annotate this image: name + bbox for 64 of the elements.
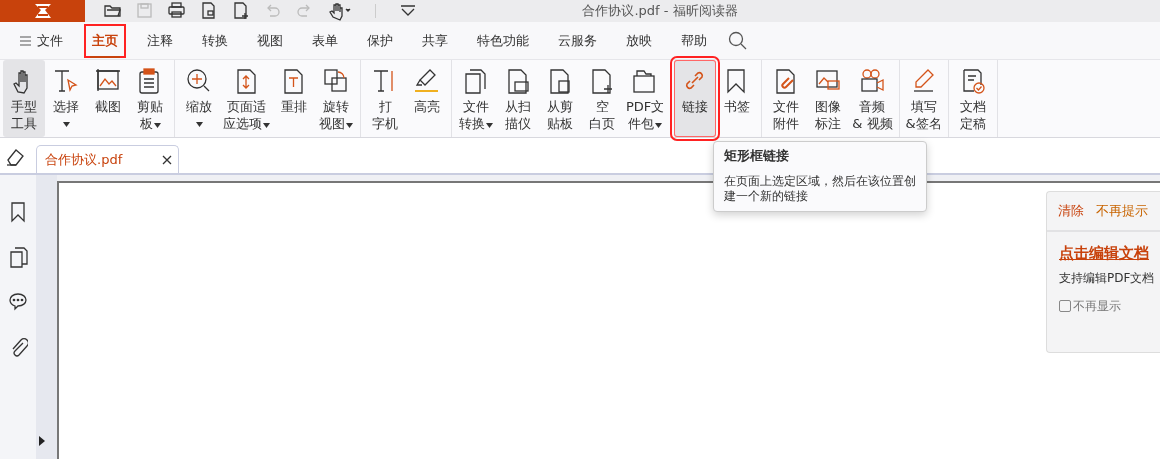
ribbon-button[interactable]: 填写 &签名 [902, 60, 945, 137]
ribbon-button[interactable]: 重排 [273, 60, 315, 137]
highlighter-icon [414, 68, 440, 94]
menu-icon [20, 35, 31, 46]
close-icon[interactable] [162, 154, 172, 165]
ribbon-button[interactable]: 高亮 [406, 60, 448, 137]
ribbon-button[interactable]: 手型 工具 [3, 60, 45, 137]
ribbon-button[interactable]: 选择 [45, 60, 87, 137]
ribbon-button[interactable]: 文档 定稿 [951, 60, 994, 137]
menu-tab[interactable]: 帮助 [673, 23, 715, 58]
edit-document-link[interactable]: 点击编辑文档 [1059, 242, 1149, 265]
comment-icon[interactable] [8, 291, 28, 313]
menu-tab[interactable]: 共享 [414, 23, 456, 58]
menu-tab[interactable]: 保护 [359, 23, 401, 58]
checkbox-label: 不再显示 [1073, 297, 1121, 315]
menu-tab[interactable]: 特色功能 [469, 23, 537, 58]
menu-tab[interactable]: 表单 [304, 23, 346, 58]
ribbon-button[interactable]: PDF文 件包 [623, 60, 668, 137]
ribbon-button[interactable]: 打 字机 [364, 60, 406, 137]
ribbon-button[interactable]: 空 白页 [581, 60, 623, 137]
zoom-in-icon [186, 68, 212, 94]
checkbox[interactable] [1059, 299, 1071, 312]
eraser-icon[interactable] [5, 147, 25, 167]
search-icon[interactable] [728, 30, 748, 51]
panel-description: 支持编辑PDF文档 [1059, 269, 1156, 287]
ribbon-button[interactable]: 音频 & 视频 [849, 60, 896, 137]
rotate-icon [323, 68, 349, 94]
ribbon-button[interactable]: 从剪 贴板 [539, 60, 581, 137]
menu-tab[interactable]: 视图 [249, 23, 291, 58]
dismiss-link[interactable]: 不再提示 [1096, 201, 1148, 221]
ribbon-button[interactable]: 从扫 描仪 [497, 60, 539, 137]
ribbon-button[interactable]: 剪贴 板 [129, 60, 171, 137]
ribbon-button[interactable]: 文件 附件 [765, 60, 808, 137]
menu-tab[interactable]: 主页 [84, 23, 126, 58]
image-icon [95, 68, 121, 94]
ribbon-button[interactable]: 旋转 视图 [315, 60, 357, 137]
video-camera-icon [859, 68, 886, 94]
bookmark-icon[interactable] [8, 201, 28, 223]
ribbon-button[interactable]: 图像 标注 [807, 60, 850, 137]
tooltip-title: 矩形框链接 [724, 147, 790, 165]
text-cursor-icon [53, 68, 79, 94]
menu-tab[interactable]: 云服务 [550, 23, 605, 58]
menu-tab[interactable]: 注释 [139, 23, 181, 58]
ribbon-button[interactable]: 书签 [716, 60, 759, 137]
ribbon-button[interactable]: 页面适 应选项 [220, 60, 273, 137]
scanner-document-icon [505, 68, 531, 94]
clipboard-document-icon [547, 68, 573, 94]
menu-tab[interactable]: 转换 [194, 23, 236, 58]
menu-tab[interactable]: 放映 [618, 23, 660, 58]
ribbon-button[interactable]: 缩放 [178, 60, 220, 137]
pages-icon[interactable] [8, 246, 28, 268]
file-menu[interactable]: 文件 [12, 23, 71, 58]
ribbon-button[interactable]: 文件 转换 [455, 60, 497, 137]
blank-page-icon [589, 68, 615, 94]
window-title: 合作协议.pdf - 福昕阅读器 [582, 3, 738, 18]
tooltip-text: 在页面上选定区域，然后在该位置创建一个新的链接 [724, 173, 916, 204]
documents-icon [463, 68, 489, 94]
hand-icon[interactable] [327, 1, 353, 21]
new-document-icon[interactable] [231, 1, 251, 21]
ribbon-button[interactable]: 截图 [87, 60, 129, 137]
print-icon[interactable] [167, 1, 187, 21]
document-tab[interactable]: 合作协议.pdf [36, 145, 179, 173]
expand-icon[interactable] [39, 436, 45, 446]
clear-link[interactable]: 清除 [1058, 201, 1084, 221]
